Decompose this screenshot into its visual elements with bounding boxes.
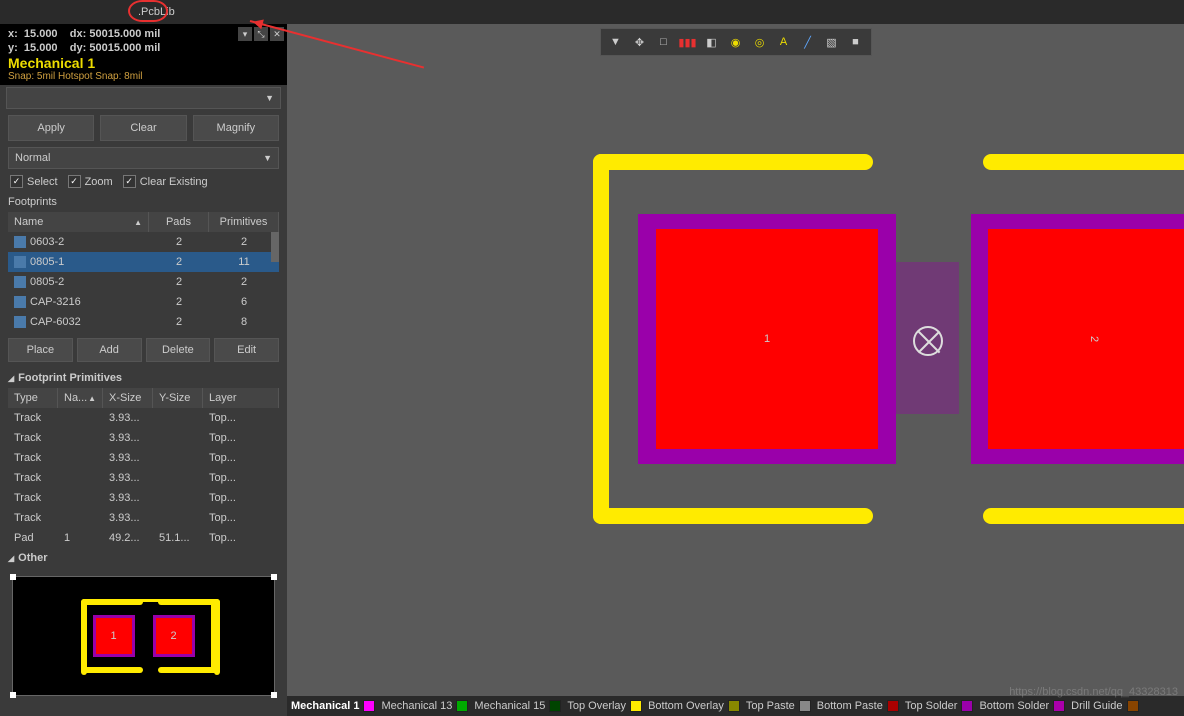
footprint-view: 1 2 (593, 154, 1184, 524)
layer-tab[interactable]: Bottom Overlay (648, 700, 740, 712)
footprints-table: Name▲ Pads Primitives 0603-2220805-12110… (8, 212, 279, 332)
table-row[interactable]: CAP-321626 (8, 292, 279, 312)
preview-pad-2: 2 (153, 615, 195, 657)
layer-tab[interactable]: Mechanical 15 (474, 700, 561, 712)
pcb-canvas[interactable]: ▼ ✥ □ ▮▮▮ ◧ ◉ ◎ A ╱ ▧ ■ 1 (287, 24, 1184, 716)
snap-label: Snap: 5mil Hotspot Snap: 8mil (8, 71, 279, 82)
watermark: https://blog.csdn.net/qq_43328313 (1009, 686, 1178, 698)
footprint-icon (14, 316, 26, 328)
erase-tool-icon[interactable]: ◧ (701, 31, 723, 53)
col-xsize[interactable]: X-Size (103, 388, 153, 408)
col-name[interactable]: Name▲ (8, 212, 149, 232)
tab-label: .PcbLib (138, 6, 175, 18)
edit-button[interactable]: Edit (214, 338, 279, 362)
place-button[interactable]: Place (8, 338, 73, 362)
delete-button[interactable]: Delete (146, 338, 211, 362)
table-row[interactable]: Pad149.2...51.1...Top... (8, 528, 279, 548)
coordinate-readout: x: 15.000 dx: 50015.000 mil y: 15.000 dy… (0, 24, 287, 85)
col-ysize[interactable]: Y-Size (153, 388, 203, 408)
canvas-toolbar: ▼ ✥ □ ▮▮▮ ◧ ◉ ◎ A ╱ ▧ ■ (600, 28, 872, 56)
table-row[interactable]: Track3.93...Top... (8, 508, 279, 528)
chevron-down-icon: ▼ (265, 93, 274, 103)
side-panel: x: 15.000 dx: 50015.000 mil y: 15.000 dy… (0, 24, 287, 716)
fill-tool-icon[interactable]: ■ (845, 31, 867, 53)
region-tool-icon[interactable]: ▧ (821, 31, 843, 53)
scrollbar-thumb[interactable] (271, 232, 279, 262)
chevron-down-icon: ▼ (263, 153, 272, 163)
line-tool-icon[interactable]: ╱ (797, 31, 819, 53)
table-row[interactable]: Track3.93...Top... (8, 408, 279, 428)
layer-tab[interactable]: Bottom Solder (979, 700, 1065, 712)
select-checkbox[interactable]: ✓Select (10, 175, 58, 188)
layer-tab[interactable]: Drill Guide (1071, 700, 1138, 712)
layer-tab[interactable]: Bottom Paste (817, 700, 899, 712)
primitives-table: Type Na...▲ X-Size Y-Size Layer Track3.9… (8, 388, 279, 548)
document-tab[interactable]: .PcbLib (130, 2, 183, 22)
table-row[interactable]: 0603-222 (8, 232, 279, 252)
magnify-button[interactable]: Magnify (193, 115, 279, 141)
footprint-preview: 1 2 (12, 576, 275, 696)
panel-pin-icon[interactable]: ⤡ (254, 27, 268, 41)
layer-tab[interactable]: Top Paste (746, 700, 811, 712)
panel-menu-icon[interactable]: ▾ (238, 27, 252, 41)
footprint-icon (14, 276, 26, 288)
footprint-icon (14, 296, 26, 308)
col-layer[interactable]: Layer (203, 388, 279, 408)
pad-1: 1 (638, 214, 896, 464)
layer-tab[interactable]: Mechanical 13 (381, 700, 468, 712)
current-layer-label: Mechanical 1 (8, 55, 279, 71)
col-na[interactable]: Na...▲ (58, 388, 103, 408)
pad-tool-icon[interactable]: ◉ (725, 31, 747, 53)
layer-bar: Mechanical 1 Mechanical 13 Mechanical 15 To… (287, 696, 1184, 716)
table-row[interactable]: Track3.93...Top... (8, 428, 279, 448)
footprint-icon (14, 236, 26, 248)
table-row[interactable]: Track3.93...Top... (8, 468, 279, 488)
zoom-checkbox[interactable]: ✓Zoom (68, 175, 113, 188)
clear-existing-checkbox[interactable]: ✓Clear Existing (123, 175, 208, 188)
col-type[interactable]: Type (8, 388, 58, 408)
collapse-icon: ◢ (8, 554, 14, 563)
move-tool-icon[interactable]: ✥ (629, 31, 651, 53)
table-row[interactable]: 0805-222 (8, 272, 279, 292)
col-pads[interactable]: Pads (149, 212, 209, 232)
other-section-header[interactable]: ◢ Other (0, 548, 287, 568)
via-tool-icon[interactable]: ◎ (749, 31, 771, 53)
clear-button[interactable]: Clear (100, 115, 186, 141)
footprint-icon (14, 256, 26, 268)
select-tool-icon[interactable]: □ (653, 31, 675, 53)
footprints-header: Footprints (0, 192, 287, 212)
pad-2: 2 (971, 214, 1184, 464)
primitives-section-header[interactable]: ◢ Footprint Primitives (0, 368, 287, 388)
col-primitives[interactable]: Primitives (209, 212, 279, 232)
table-row[interactable]: Track3.93...Top... (8, 448, 279, 468)
preview-pad-1: 1 (93, 615, 135, 657)
collapse-icon: ◢ (8, 374, 14, 383)
filter-tool-icon[interactable]: ▼ (605, 31, 627, 53)
table-row[interactable]: Track3.93...Top... (8, 488, 279, 508)
panel-close-icon[interactable]: ✕ (270, 27, 284, 41)
table-row[interactable]: CAP-603228 (8, 312, 279, 332)
layer-tab[interactable]: Top Overlay (567, 700, 642, 712)
origin-marker (913, 326, 943, 356)
filter-mode-select[interactable]: Normal ▼ (8, 147, 279, 169)
layer-tab[interactable]: Mechanical 1 (291, 700, 375, 712)
mask-dropdown[interactable]: ▼ (6, 87, 281, 109)
table-row[interactable]: 0805-1211 (8, 252, 279, 272)
add-button[interactable]: Add (77, 338, 142, 362)
text-tool-icon[interactable]: A (773, 31, 795, 53)
apply-button[interactable]: Apply (8, 115, 94, 141)
layer-tab[interactable]: Top Solder (905, 700, 974, 712)
align-tool-icon[interactable]: ▮▮▮ (677, 31, 699, 53)
title-bar: .PcbLib (0, 0, 1184, 24)
